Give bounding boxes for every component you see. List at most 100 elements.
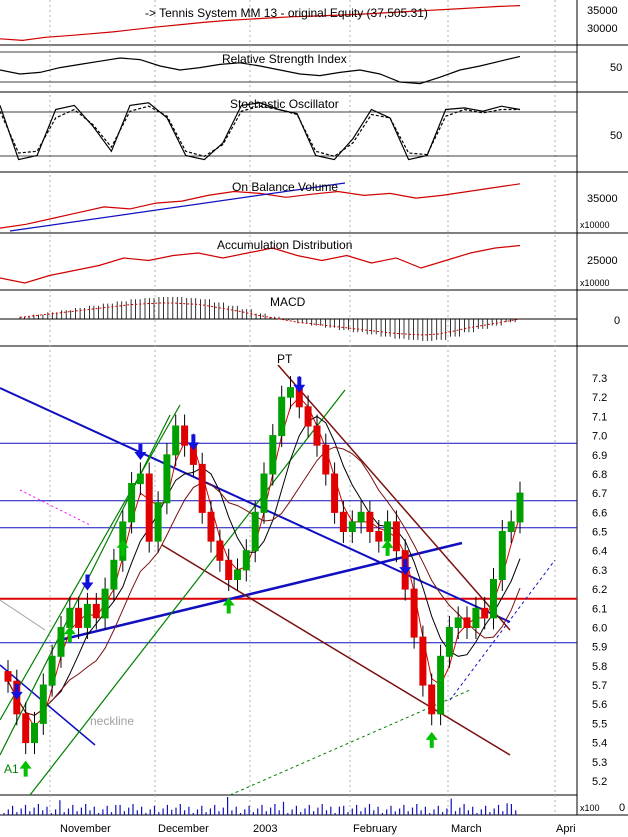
price-tick-13: 6.0 xyxy=(592,623,607,635)
candle-body xyxy=(366,511,374,532)
ad-title: Accumulation Distribution xyxy=(217,238,352,252)
candle-body xyxy=(207,511,215,542)
x-tick-3: February xyxy=(353,823,398,835)
candle-body xyxy=(313,425,321,446)
x-tick-1: December xyxy=(158,823,209,835)
x-tick-0: November xyxy=(60,823,111,835)
candle-body xyxy=(428,684,436,715)
obv-title: On Balance Volume xyxy=(232,180,338,194)
price-tick-15: 5.8 xyxy=(592,661,607,673)
candle-body xyxy=(145,473,153,542)
candle-body xyxy=(154,502,162,542)
candle-body xyxy=(57,627,65,657)
ad-unit: x10000 xyxy=(580,278,610,288)
candle-body xyxy=(287,387,294,398)
candle-body xyxy=(136,473,144,485)
price-tick-17: 5.6 xyxy=(592,699,607,711)
candle-body xyxy=(384,521,392,542)
candle-body xyxy=(304,406,312,427)
candle-body xyxy=(269,435,277,475)
price-tick-16: 5.7 xyxy=(592,680,607,692)
x-tick-4: March xyxy=(451,823,482,835)
candle-body xyxy=(83,603,91,628)
volume-unit: x100 xyxy=(580,803,600,813)
candle-body xyxy=(322,444,330,475)
candle-body xyxy=(39,684,47,724)
candle-body xyxy=(22,713,30,744)
candle-body xyxy=(92,603,100,619)
price-tick-4: 6.9 xyxy=(592,450,607,462)
candle-body xyxy=(172,425,180,456)
price-tick-11: 6.2 xyxy=(592,584,607,596)
candle-body xyxy=(251,511,259,552)
candle-body xyxy=(463,617,471,629)
price-tick-18: 5.5 xyxy=(592,718,607,730)
volume-tick-0: 0 xyxy=(619,802,625,814)
x-tick-5: Apri xyxy=(556,823,576,835)
price-tick-1: 7.2 xyxy=(592,392,607,404)
price-tick-12: 6.1 xyxy=(592,603,607,615)
equity-tick-1: 30000 xyxy=(587,23,618,35)
macd-title: MACD xyxy=(270,295,306,309)
price-tick-10: 6.3 xyxy=(592,565,607,577)
candle-body xyxy=(481,607,489,619)
price-tick-21: 5.2 xyxy=(592,776,607,788)
price-tick-2: 7.1 xyxy=(592,411,607,423)
candle-body xyxy=(375,531,383,542)
price-tick-19: 5.4 xyxy=(592,738,607,750)
candle-body xyxy=(490,579,497,619)
price-tick-8: 6.5 xyxy=(592,527,607,539)
stock-chart: -> Tennis System MM 13 - original Equity… xyxy=(0,0,628,837)
price-tick-3: 7.0 xyxy=(592,431,607,443)
equity-tick-0: 35000 xyxy=(587,5,618,17)
candle-body xyxy=(216,540,224,561)
annotation-a1: A1 xyxy=(4,762,19,776)
candle-body xyxy=(339,511,347,532)
price-tick-14: 5.9 xyxy=(592,642,607,654)
candle-body xyxy=(66,607,74,628)
price-tick-9: 6.4 xyxy=(592,546,607,558)
stochastic-tick-0: 50 xyxy=(610,130,622,142)
candle-body xyxy=(260,473,268,513)
candle-body xyxy=(225,559,233,580)
stochastic-title: Stochastic Oscillator xyxy=(230,97,339,111)
candle-body xyxy=(4,671,12,682)
price-tick-6: 6.7 xyxy=(592,488,607,500)
candle-body xyxy=(181,425,189,446)
candle-body xyxy=(472,607,480,628)
candle-body xyxy=(75,607,83,628)
price-tick-0: 7.3 xyxy=(592,373,607,385)
candle-body xyxy=(31,722,38,744)
candle-body xyxy=(419,636,427,686)
price-tick-5: 6.8 xyxy=(592,469,607,481)
rsi-title: Relative Strength Index xyxy=(222,52,347,66)
candle-body xyxy=(278,396,286,437)
candle-body xyxy=(410,588,418,638)
obv-unit: x10000 xyxy=(580,220,610,230)
candle-body xyxy=(507,521,515,533)
candle-body xyxy=(110,559,118,590)
price-tick-20: 5.3 xyxy=(592,757,607,769)
macd-tick-0: 0 xyxy=(614,315,620,327)
candle-body xyxy=(348,521,356,533)
candle-body xyxy=(498,531,506,580)
candle-body xyxy=(454,617,462,629)
candle-body xyxy=(198,463,206,513)
annotation-neckline: neckline xyxy=(90,714,134,728)
candle-body xyxy=(516,492,524,523)
candle-body xyxy=(234,569,241,581)
candle-body xyxy=(331,473,339,513)
candle-body xyxy=(128,483,136,523)
candle-body xyxy=(163,454,171,504)
candle-body xyxy=(357,511,365,523)
candle-body xyxy=(445,627,453,657)
obv-tick-0: 35000 xyxy=(587,193,618,205)
candle-body xyxy=(392,521,400,552)
equity-title: -> Tennis System MM 13 - original Equity… xyxy=(145,6,428,20)
annotation-pt: PT xyxy=(277,352,293,366)
candle-body xyxy=(242,550,250,571)
ad-tick-0: 25000 xyxy=(587,255,618,267)
candle-body xyxy=(101,588,109,619)
rsi-tick-0: 50 xyxy=(610,62,622,74)
candle-body xyxy=(437,655,445,715)
